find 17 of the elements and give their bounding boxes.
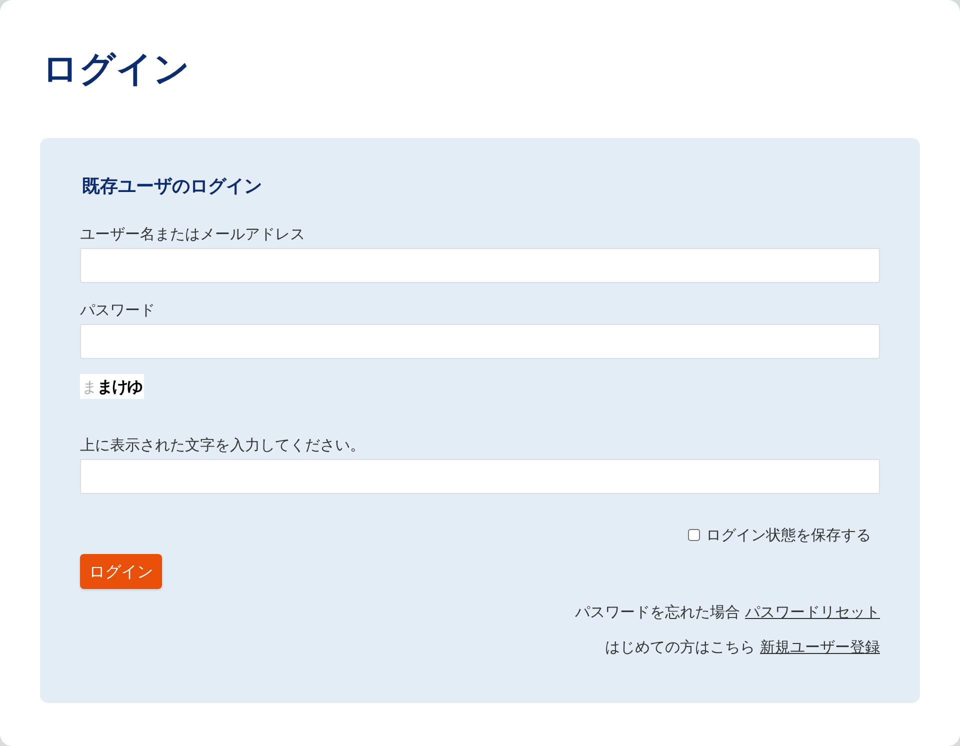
remember-checkbox[interactable] bbox=[688, 529, 700, 541]
input-field[interactable] bbox=[80, 248, 880, 283]
field-label: 上に表示された文字を入力してください。 bbox=[80, 435, 365, 455]
link-caption: はじめての方はこちら bbox=[605, 637, 755, 657]
captcha-text: まけゆ bbox=[97, 376, 142, 396]
input-field[interactable] bbox=[80, 459, 880, 494]
panel-heading: 既存ユーザのログイン bbox=[82, 175, 262, 199]
text-link[interactable]: 新規ユーザー登録 bbox=[760, 637, 880, 657]
link-caption: パスワードを忘れた場合 bbox=[575, 602, 740, 622]
field-label: パスワード bbox=[80, 300, 155, 320]
remember-label[interactable]: ログイン状態を保存する bbox=[706, 525, 871, 545]
captcha-faint-text: ま bbox=[82, 376, 97, 396]
text-link[interactable]: パスワードリセット bbox=[745, 602, 880, 622]
input-field[interactable] bbox=[80, 324, 880, 359]
field-label: ユーザー名またはメールアドレス bbox=[80, 224, 305, 244]
page-title: ログイン bbox=[42, 48, 190, 92]
login-button[interactable]: ログイン bbox=[80, 554, 162, 589]
